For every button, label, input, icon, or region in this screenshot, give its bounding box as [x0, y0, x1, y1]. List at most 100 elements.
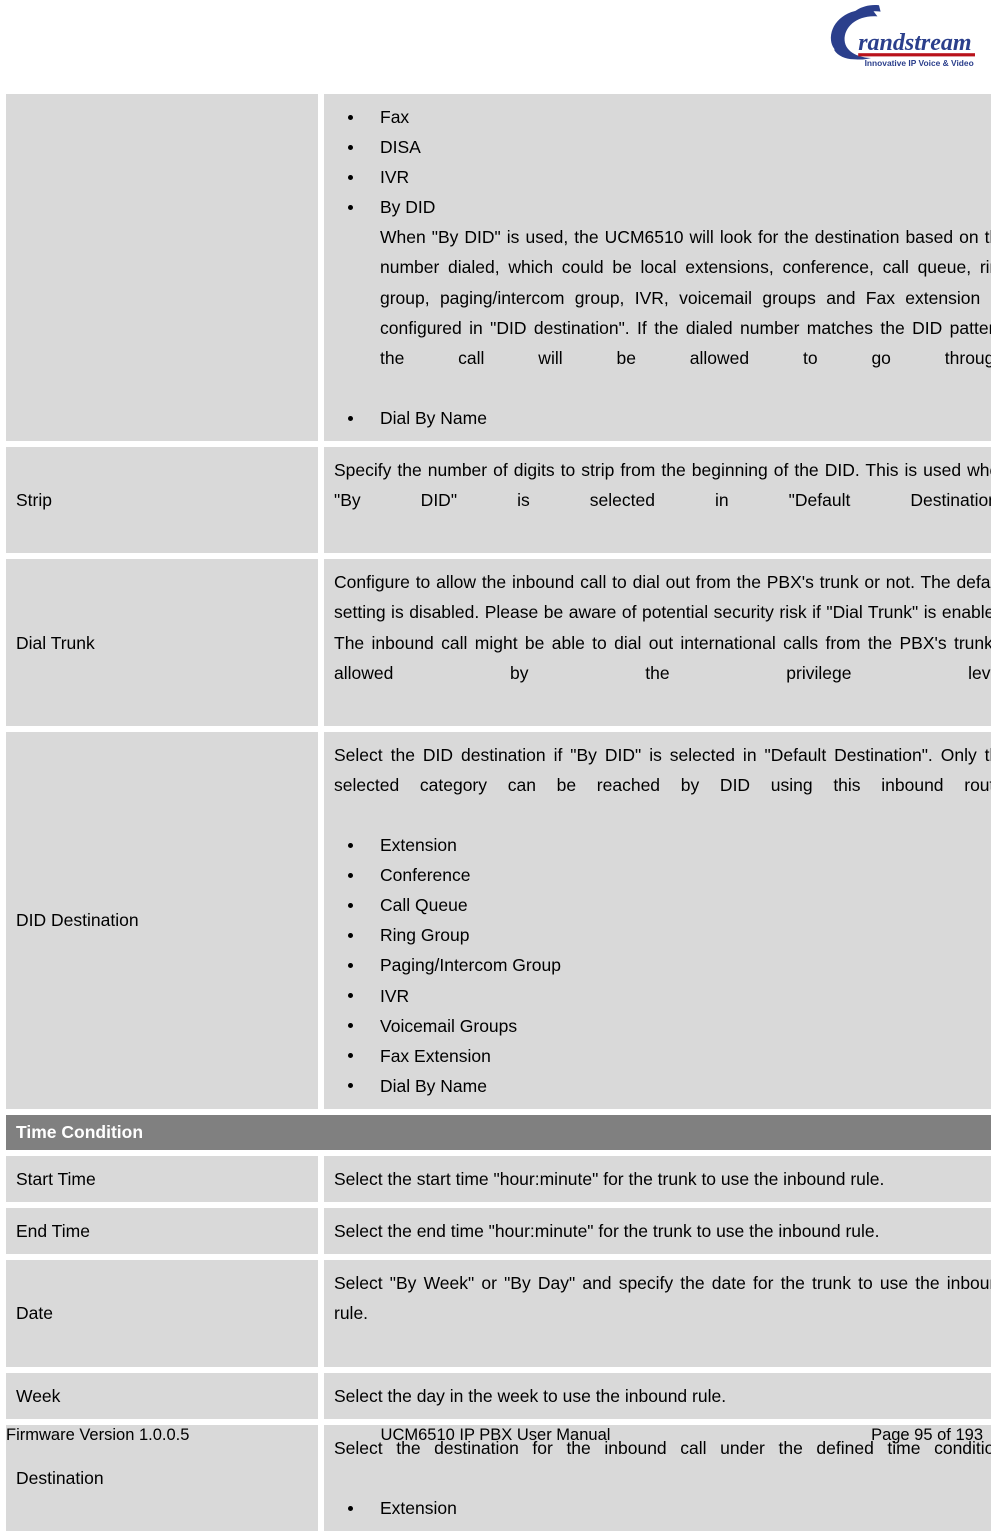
row-label: Start Time — [16, 1169, 96, 1190]
row-label-cell: Strip — [6, 447, 318, 554]
row-desc-cell: Select the DID destination if "By DID" i… — [324, 731, 991, 1109]
list-item-label: IVR — [380, 167, 410, 188]
footer-page-number: Page 95 of 193 — [871, 1426, 983, 1444]
table-row: Strip Specify the number of digits to st… — [6, 447, 991, 554]
list-item: Conference — [334, 860, 991, 890]
row-desc-cell: Configure to allow the inbound call to d… — [324, 559, 991, 726]
row-desc-cell: Fax DISA IVR By DID When "By DID" is use… — [324, 94, 991, 442]
list-item: Fax — [334, 102, 991, 132]
bullet-icon — [348, 204, 353, 210]
row-desc-cell: Select the day in the week to use the in… — [324, 1372, 991, 1419]
bullet-icon — [348, 114, 353, 120]
list-item: Dial By Name — [334, 1071, 991, 1101]
page-footer: Firmware Version 1.0.0.5 UCM6510 IP PBX … — [0, 1426, 991, 1452]
table-row: End Time Select the end time "hour:minut… — [6, 1208, 991, 1255]
row-description: Select the start time "hour:minute" for … — [334, 1169, 885, 1190]
section-header-row: Time Condition — [6, 1114, 991, 1151]
table-row: Start Time Select the start time "hour:m… — [6, 1156, 991, 1203]
list-item-label: Fax Extension — [380, 1045, 491, 1066]
list-item: Fax Extension — [334, 1041, 991, 1071]
bullet-icon — [348, 902, 353, 908]
list-item: Dial By Name — [334, 403, 991, 433]
row-label: End Time — [16, 1221, 90, 1242]
bullet-icon — [348, 872, 353, 878]
bullet-list: Extension — [334, 1493, 991, 1523]
row-label-cell: Date — [6, 1260, 318, 1367]
row-label-cell: Start Time — [6, 1156, 318, 1203]
list-item: Voicemail Groups — [334, 1011, 991, 1041]
list-item-label: Paging/Intercom Group — [380, 955, 561, 976]
list-item: IVR — [334, 981, 991, 1011]
bullet-icon — [348, 1083, 353, 1089]
row-label: Strip — [16, 490, 52, 511]
bullet-icon — [348, 842, 353, 848]
list-item-label: Ring Group — [380, 925, 470, 946]
list-item: Paging/Intercom Group — [334, 950, 991, 980]
list-item-label: Call Queue — [380, 895, 468, 916]
section-header-label: Time Condition — [16, 1121, 144, 1142]
row-label-cell: DID Destination — [6, 731, 318, 1109]
row-desc-cell: Select the end time "hour:minute" for th… — [324, 1208, 991, 1255]
bullet-icon — [348, 174, 353, 180]
row-label-cell: Dial Trunk — [6, 559, 318, 726]
page-content: Fax DISA IVR By DID When "By DID" is use… — [0, 88, 991, 1537]
list-item-label: IVR — [380, 985, 410, 1006]
bullet-icon — [348, 415, 353, 421]
section-header-cell: Time Condition — [6, 1114, 991, 1151]
list-item: Extension — [334, 1493, 991, 1523]
row-desc-cell: Specify the number of digits to strip fr… — [324, 447, 991, 554]
table-row: Week Select the day in the week to use t… — [6, 1372, 991, 1419]
list-item-label: Dial By Name — [380, 407, 487, 428]
row-description: Select the DID destination if "By DID" i… — [334, 744, 991, 795]
list-item: IVR — [334, 162, 991, 192]
svg-text:randstream: randstream — [858, 30, 971, 56]
row-label: Dial Trunk — [16, 632, 95, 653]
footer-manual-title: UCM6510 IP PBX User Manual — [380, 1426, 611, 1444]
row-label-cell: End Time — [6, 1208, 318, 1255]
list-item-label: Voicemail Groups — [380, 1015, 518, 1036]
row-label-cell — [6, 94, 318, 442]
bullet-icon — [348, 144, 353, 150]
list-item-label: Fax — [380, 107, 410, 127]
bullet-icon — [348, 963, 353, 969]
list-item-label: Extension — [380, 835, 457, 856]
row-desc-cell: Select "By Week" or "By Day" and specify… — [324, 1260, 991, 1367]
spec-table: Fax DISA IVR By DID When "By DID" is use… — [0, 88, 991, 1537]
bullet-list: Extension Conference Call Queue Ring Gro… — [334, 830, 991, 1101]
list-item: DISA — [334, 132, 991, 162]
row-description: Select "By Week" or "By Day" and specify… — [334, 1273, 991, 1324]
grandstream-logo: randstream Innovative IP Voice & Video — [823, 2, 983, 74]
row-desc-cell: Select the start time "hour:minute" for … — [324, 1156, 991, 1203]
table-row: Fax DISA IVR By DID When "By DID" is use… — [6, 94, 991, 442]
row-description: Select the day in the week to use the in… — [334, 1385, 727, 1406]
bullet-icon — [348, 1023, 353, 1029]
page-header: randstream Innovative IP Voice & Video — [0, 0, 991, 80]
row-label-cell: Week — [6, 1372, 318, 1419]
bullet-icon — [348, 993, 353, 999]
svg-text:Innovative IP Voice & Video: Innovative IP Voice & Video — [865, 58, 974, 68]
list-item: Extension — [334, 830, 991, 860]
bullet-icon — [348, 932, 353, 938]
list-item: Ring Group — [334, 920, 991, 950]
table-row: Dial Trunk Configure to allow the inboun… — [6, 559, 991, 726]
spec-table-body: Fax DISA IVR By DID When "By DID" is use… — [6, 94, 991, 1531]
list-item-label: By DID — [380, 197, 436, 218]
list-item-label: Conference — [380, 865, 471, 886]
table-row: Date Select "By Week" or "By Day" and sp… — [6, 1260, 991, 1367]
row-label: Destination — [16, 1467, 104, 1488]
list-item-description: When "By DID" is used, the UCM6510 will … — [380, 227, 991, 368]
list-item: Call Queue — [334, 890, 991, 920]
row-label: Date — [16, 1303, 53, 1324]
table-row: DID Destination Select the DID destinati… — [6, 731, 991, 1109]
bullet-icon — [348, 1505, 353, 1511]
row-label: DID Destination — [16, 910, 139, 931]
row-description: Specify the number of digits to strip fr… — [334, 460, 991, 511]
list-item: By DID When "By DID" is used, the UCM651… — [334, 192, 991, 403]
row-label: Week — [16, 1385, 61, 1406]
list-item-label: DISA — [380, 137, 421, 158]
bullet-icon — [348, 1053, 353, 1059]
row-description: Configure to allow the inbound call to d… — [334, 572, 991, 683]
bullet-list: Fax DISA IVR By DID When "By DID" is use… — [334, 102, 991, 433]
row-description: Select the end time "hour:minute" for th… — [334, 1221, 880, 1242]
list-item-label: Dial By Name — [380, 1075, 487, 1096]
